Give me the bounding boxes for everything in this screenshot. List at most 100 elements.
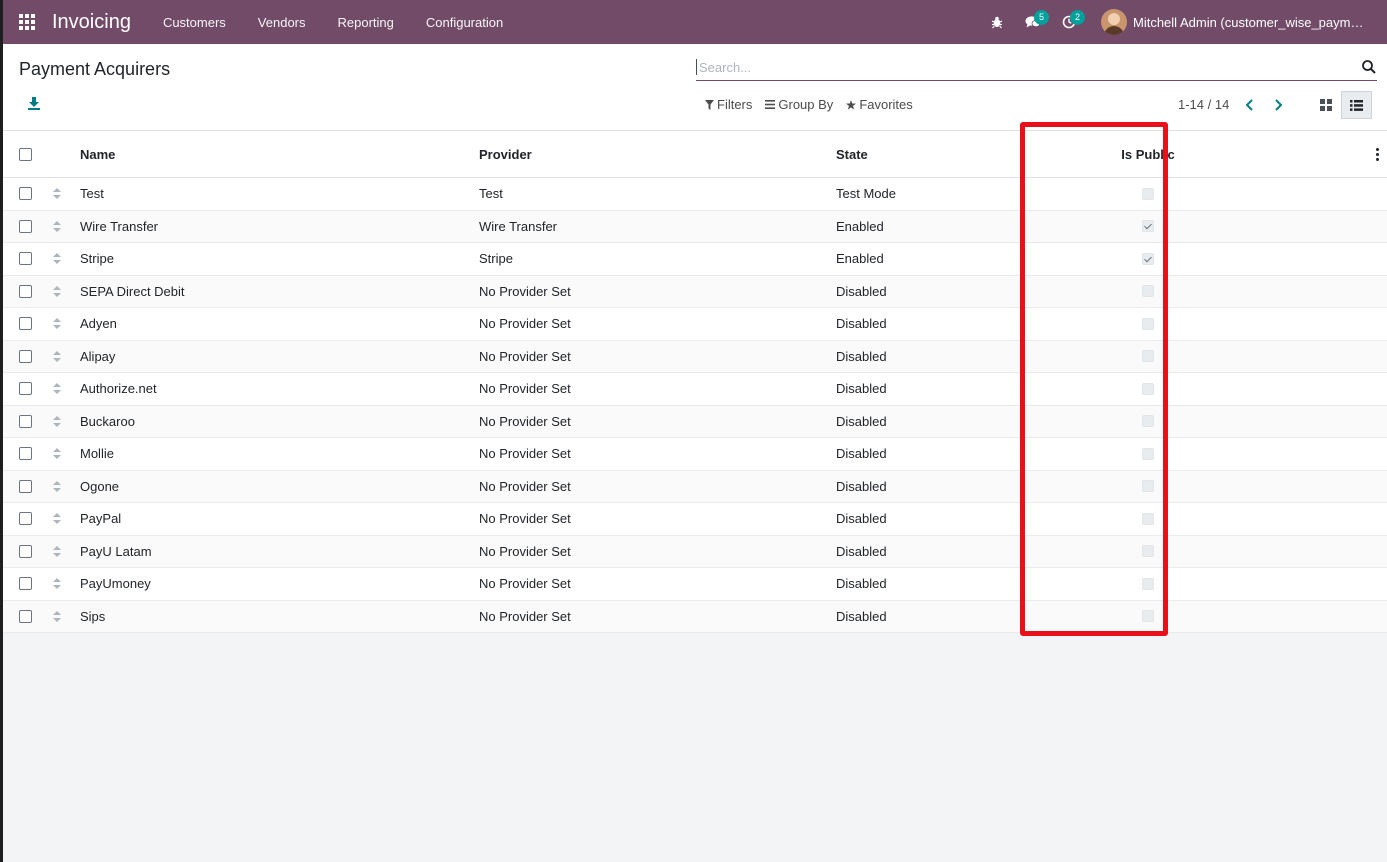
table-row[interactable]: Authorize.net No Provider Set Disabled: [3, 373, 1387, 406]
column-header-state[interactable]: State: [836, 147, 1090, 162]
row-checkbox[interactable]: [19, 544, 32, 558]
is-public-checkbox: [1142, 480, 1154, 493]
menu-customers[interactable]: Customers: [147, 0, 242, 44]
table-row[interactable]: Wire Transfer Wire Transfer Enabled: [3, 210, 1387, 243]
filters-button[interactable]: Filters: [705, 97, 752, 112]
row-handle[interactable]: [48, 448, 80, 460]
row-handle[interactable]: [48, 253, 80, 265]
menu-reporting[interactable]: Reporting: [322, 0, 410, 44]
list-view-button[interactable]: [1341, 91, 1372, 119]
row-checkbox[interactable]: [19, 609, 32, 623]
row-select-cell: [3, 544, 48, 558]
row-checkbox[interactable]: [19, 447, 32, 461]
activities-button[interactable]: 2: [1051, 0, 1087, 44]
row-checkbox[interactable]: [19, 577, 32, 591]
avatar: [1101, 9, 1127, 35]
cell-state: Disabled: [836, 283, 887, 299]
row-handle[interactable]: [48, 578, 80, 590]
row-checkbox[interactable]: [19, 479, 32, 493]
table-row[interactable]: Alipay No Provider Set Disabled: [3, 340, 1387, 373]
menu-vendors[interactable]: Vendors: [242, 0, 322, 44]
export-button[interactable]: [27, 96, 45, 114]
column-header-name[interactable]: Name: [80, 147, 479, 162]
column-header-provider[interactable]: Provider: [479, 147, 836, 162]
cell-provider: No Provider Set: [479, 413, 571, 429]
row-checkbox[interactable]: [19, 219, 32, 233]
cell-state: Disabled: [836, 446, 887, 462]
cell-state: Disabled: [836, 511, 887, 527]
filter-icon: [705, 99, 714, 110]
row-select-cell: [3, 447, 48, 461]
cell-is-public: [1090, 480, 1206, 493]
row-checkbox[interactable]: [19, 414, 32, 428]
optional-columns-icon[interactable]: [1371, 147, 1383, 161]
row-checkbox[interactable]: [19, 317, 32, 331]
cell-is-public: [1090, 610, 1206, 623]
cell-name: Ogone: [80, 478, 120, 494]
search-input[interactable]: [696, 59, 1361, 75]
table-row[interactable]: PayPal No Provider Set Disabled: [3, 503, 1387, 536]
apps-menu-button[interactable]: [3, 0, 51, 44]
cell-name: PayPal: [80, 511, 122, 527]
cell-state: Enabled: [836, 218, 884, 234]
table-row[interactable]: Test Test Test Mode: [3, 178, 1387, 211]
row-handle[interactable]: [48, 318, 80, 330]
table-row[interactable]: Stripe Stripe Enabled: [3, 243, 1387, 276]
table-row[interactable]: Mollie No Provider Set Disabled: [3, 438, 1387, 471]
download-icon: [28, 97, 40, 110]
apps-grid-icon: [19, 14, 35, 30]
row-select-cell: [3, 577, 48, 591]
column-header-is-public[interactable]: Is Public: [1090, 147, 1206, 162]
table-row[interactable]: Ogone No Provider Set Disabled: [3, 470, 1387, 503]
table-header: Name Provider State Is Public: [3, 131, 1387, 178]
star-icon: [846, 99, 857, 110]
table-row[interactable]: Buckaroo No Provider Set Disabled: [3, 405, 1387, 438]
pager-value[interactable]: 1-14 / 14: [1178, 97, 1229, 112]
debug-button[interactable]: [979, 0, 1015, 44]
is-public-checkbox: [1142, 545, 1154, 558]
cell-provider: No Provider Set: [479, 543, 571, 559]
row-checkbox[interactable]: [19, 382, 32, 396]
cell-state: Enabled: [836, 251, 884, 267]
table-row[interactable]: PayUmoney No Provider Set Disabled: [3, 568, 1387, 601]
search-options: Filters Group By Favorites: [705, 97, 926, 112]
row-handle[interactable]: [48, 513, 80, 525]
row-handle[interactable]: [48, 285, 80, 297]
table-row[interactable]: Sips No Provider Set Disabled: [3, 600, 1387, 633]
row-handle[interactable]: [48, 545, 80, 557]
cell-name: PayUmoney: [80, 576, 151, 592]
cell-state: Disabled: [836, 478, 887, 494]
row-checkbox[interactable]: [19, 512, 32, 526]
row-handle[interactable]: [48, 383, 80, 395]
row-handle[interactable]: [48, 610, 80, 622]
cell-provider: No Provider Set: [479, 576, 571, 592]
table-row[interactable]: Adyen No Provider Set Disabled: [3, 308, 1387, 341]
cell-is-public: [1090, 577, 1206, 590]
cell-name: SEPA Direct Debit: [80, 283, 185, 299]
pager-previous-icon[interactable]: [1243, 98, 1257, 112]
row-checkbox[interactable]: [19, 187, 32, 201]
row-handle[interactable]: [48, 415, 80, 427]
menu-configuration[interactable]: Configuration: [410, 0, 519, 44]
messages-button[interactable]: 5: [1015, 0, 1051, 44]
favorites-button[interactable]: Favorites: [846, 97, 913, 112]
row-handle[interactable]: [48, 188, 80, 200]
row-handle[interactable]: [48, 480, 80, 492]
user-menu[interactable]: Mitchell Admin (customer_wise_payme…: [1087, 9, 1387, 35]
search-icon[interactable]: [1361, 59, 1377, 75]
app-brand[interactable]: Invoicing: [52, 11, 131, 34]
group-by-button[interactable]: Group By: [765, 97, 833, 112]
table-row[interactable]: SEPA Direct Debit No Provider Set Disabled: [3, 275, 1387, 308]
bars-icon: [765, 100, 776, 109]
row-handle[interactable]: [48, 350, 80, 362]
cell-name: Test: [80, 186, 104, 202]
select-all-checkbox[interactable]: [19, 147, 32, 161]
table-row[interactable]: PayU Latam No Provider Set Disabled: [3, 535, 1387, 568]
pager-next-icon[interactable]: [1271, 98, 1285, 112]
row-checkbox[interactable]: [19, 284, 32, 298]
row-handle[interactable]: [48, 220, 80, 232]
bug-icon: [991, 16, 1003, 29]
kanban-view-button[interactable]: [1310, 91, 1341, 119]
row-checkbox[interactable]: [19, 252, 32, 266]
row-checkbox[interactable]: [19, 349, 32, 363]
